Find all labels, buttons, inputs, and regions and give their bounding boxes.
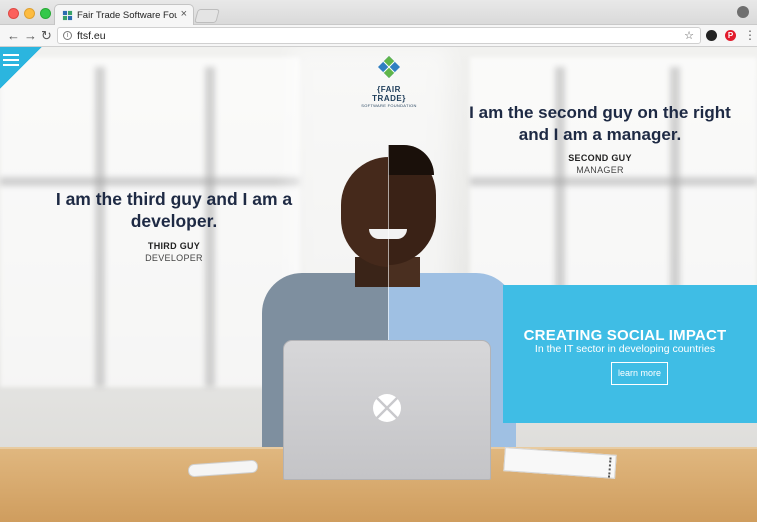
window-frame — [0, 177, 300, 186]
bookmark-star-icon[interactable]: ☆ — [684, 29, 694, 42]
browser-toolbar: ← → ↻ i ftsf.eu ☆ P ⋮ — [0, 25, 757, 47]
profile-icon[interactable] — [737, 6, 749, 18]
close-window-button[interactable] — [8, 8, 19, 19]
right-headline-line2: and I am a manager. — [518, 125, 682, 144]
page-content: {FAIR TRADE} SOFTWARE FOUNDATION I am th… — [0, 47, 757, 522]
address-bar[interactable]: i ftsf.eu ☆ — [57, 27, 701, 44]
maximize-window-button[interactable] — [40, 8, 51, 19]
hamburger-menu-icon[interactable] — [3, 54, 19, 69]
left-headline-line2: developer. — [130, 211, 218, 231]
tab-close-icon[interactable]: × — [181, 8, 187, 20]
site-info-icon[interactable]: i — [63, 31, 72, 40]
new-tab-button[interactable] — [194, 9, 220, 23]
laptop-logo-icon — [373, 394, 401, 422]
browser-titlebar: Fair Trade Software Foundation × — [0, 0, 757, 26]
pinterest-extension-icon[interactable]: P — [725, 30, 736, 41]
left-headline-line1: I am the third guy and I am a — [55, 189, 293, 209]
right-headline-line1: I am the second guy on the right — [469, 103, 731, 122]
left-person-role: DEVELOPER — [145, 253, 203, 263]
cta-title: CREATING SOCIAL IMPACT — [523, 327, 727, 344]
laptop — [283, 340, 491, 480]
browser-tab[interactable]: Fair Trade Software Foundation × — [54, 4, 194, 26]
left-headline: I am the third guy and I am a developer. — [55, 188, 293, 232]
notebook-rings — [604, 457, 612, 478]
extension-icon[interactable] — [706, 30, 717, 41]
url-text[interactable]: ftsf.eu — [77, 30, 106, 42]
logo-mark-icon — [378, 56, 400, 78]
logo-subtext: SOFTWARE FOUNDATION — [361, 103, 417, 108]
browser-menu-icon[interactable]: ⋮ — [744, 28, 756, 42]
back-icon[interactable]: ← — [7, 28, 20, 43]
social-impact-panel: CREATING SOCIAL IMPACT In the IT sector … — [503, 285, 757, 423]
window-frame — [470, 177, 757, 186]
left-person-name: THIRD GUY — [147, 241, 201, 251]
cta-subtitle: In the IT sector in developing countries — [534, 343, 716, 355]
learn-more-button[interactable]: learn more — [611, 362, 668, 385]
forward-icon[interactable]: → — [24, 28, 37, 43]
right-person-role: MANAGER — [576, 165, 624, 175]
ftsf-logo[interactable]: {FAIR TRADE} SOFTWARE FOUNDATION — [360, 55, 418, 108]
reload-icon[interactable]: ↻ — [41, 28, 52, 43]
minimize-window-button[interactable] — [24, 8, 35, 19]
right-headline: I am the second guy on the right and I a… — [465, 102, 735, 146]
tab-title: Fair Trade Software Foundation — [77, 10, 177, 21]
right-person-name: SECOND GUY — [568, 153, 632, 163]
logo-text: {FAIR TRADE} — [372, 85, 406, 103]
ftsf-favicon-icon — [62, 10, 73, 21]
